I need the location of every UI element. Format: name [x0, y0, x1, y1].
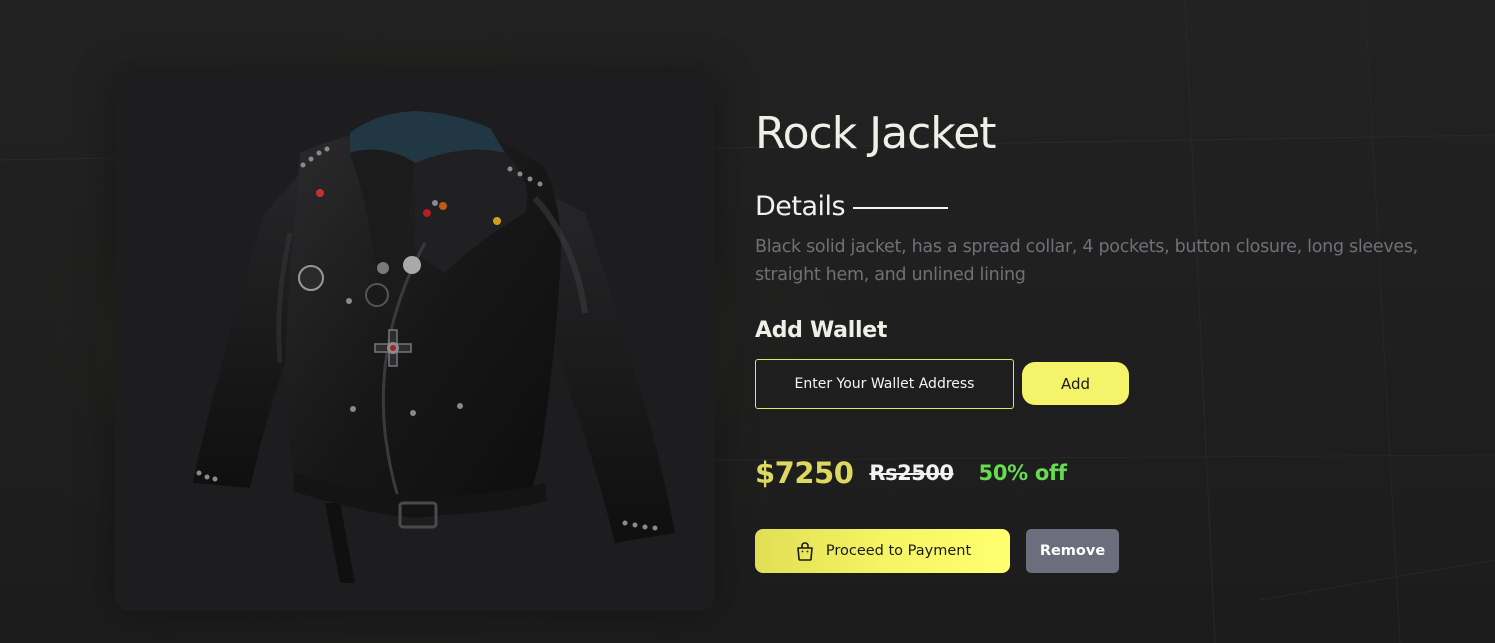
remove-button[interactable]: Remove — [1026, 529, 1119, 573]
wallet-address-input[interactable] — [755, 359, 1014, 409]
product-description: Black solid jacket, has a spread collar,… — [755, 237, 1418, 285]
leather-jacket-image — [193, 111, 675, 583]
add-wallet-heading: Add Wallet — [755, 318, 888, 343]
details-heading: Details — [755, 190, 846, 222]
product-image-card — [115, 73, 715, 611]
proceed-to-payment-button[interactable]: Proceed to Payment — [755, 529, 1010, 573]
add-wallet-button[interactable]: Add — [1022, 362, 1129, 405]
product-title: Rock Jacket — [755, 108, 997, 159]
discount-badge: 50% off — [978, 461, 1067, 485]
details-heading-row: Details — [755, 189, 949, 223]
shopping-bag-icon — [794, 540, 816, 562]
price-row: $7250 Rs2500 50% off — [755, 452, 1067, 494]
original-price: Rs2500 — [869, 461, 954, 485]
current-price: $7250 — [755, 456, 854, 490]
details-divider — [853, 206, 949, 209]
proceed-to-payment-label: Proceed to Payment — [825, 543, 972, 559]
